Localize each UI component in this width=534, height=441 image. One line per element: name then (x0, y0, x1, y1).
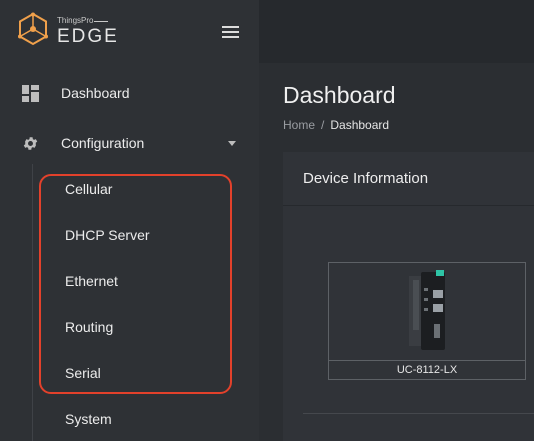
top-bar (259, 0, 534, 63)
submenu-indent-line (32, 164, 33, 441)
breadcrumb-current: Dashboard (330, 118, 390, 132)
device-model-label: UC-8112-LX (396, 364, 458, 376)
page-title: Dashboard (283, 82, 396, 108)
chevron-down-icon (228, 141, 236, 146)
breadcrumb: Home / Dashboard (283, 118, 389, 132)
sidebar-item-label: Dashboard (61, 85, 130, 101)
submenu-item-system[interactable]: System (40, 402, 240, 436)
device-information-card: Device Information UC-8112-LX (283, 152, 534, 441)
brand-product-name: EDGE (57, 26, 119, 47)
card-title: Device Information (303, 170, 429, 187)
sidebar: ThingsPro EDGE Dashboard Configuration C… (0, 0, 259, 441)
gear-icon (23, 137, 38, 150)
breadcrumb-home-link[interactable]: Home (283, 118, 315, 132)
thingspro-logo-icon (18, 12, 48, 46)
sidebar-item-label: Configuration (61, 135, 145, 151)
highlight-annotation (39, 174, 232, 394)
brand-small-text: ThingsPro (57, 16, 94, 25)
brand[interactable]: ThingsPro EDGE (14, 10, 254, 56)
dashboard-icon (22, 85, 39, 102)
sidebar-item-configuration[interactable]: Configuration (0, 123, 259, 163)
card-header: Device Information (283, 152, 534, 206)
breadcrumb-separator: / (321, 118, 325, 132)
device-panel: UC-8112-LX (328, 262, 526, 380)
brand-divider (94, 21, 108, 22)
device-divider (329, 360, 525, 361)
card-divider (303, 413, 534, 414)
menu-toggle-icon[interactable] (222, 26, 239, 38)
submenu-item-label: System (65, 411, 112, 427)
device-image-icon (409, 270, 445, 350)
sidebar-item-dashboard[interactable]: Dashboard (0, 73, 259, 113)
